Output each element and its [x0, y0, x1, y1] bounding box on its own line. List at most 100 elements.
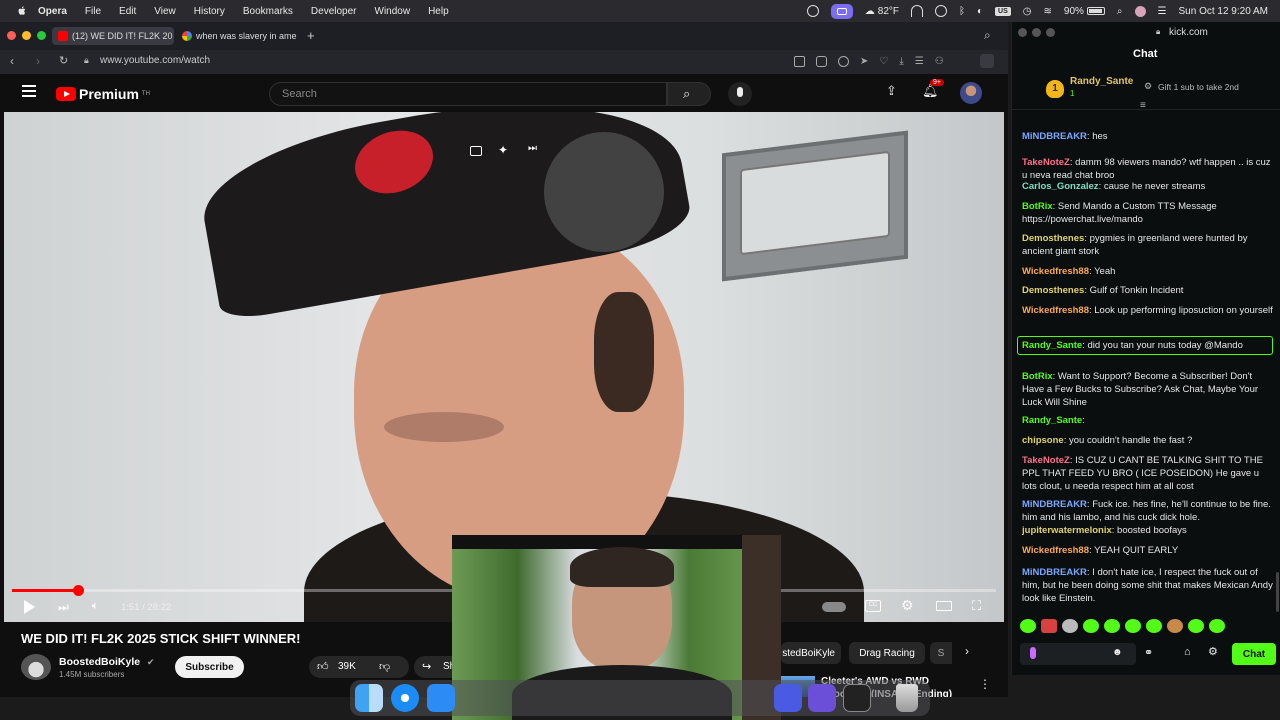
tab-search-icon[interactable]: ⌕ — [984, 28, 991, 43]
kick-zoom-button[interactable] — [1046, 28, 1055, 37]
battery-readout[interactable]: 90% — [1064, 6, 1105, 17]
finder-icon[interactable] — [355, 684, 383, 712]
volume-icon[interactable]: 🔈︎ — [92, 600, 99, 613]
user-avatar-icon[interactable] — [1134, 5, 1146, 17]
dark-mode-icon[interactable]: ◐ — [977, 6, 983, 17]
gift-sub-text[interactable]: Gift 1 sub to take 2nd — [1158, 82, 1239, 92]
input-source-icon[interactable]: US — [995, 6, 1011, 16]
emote-icon[interactable] — [1209, 619, 1225, 633]
menu-app-name[interactable]: Opera — [38, 6, 67, 17]
emoji-icon[interactable]: ☻ — [1112, 647, 1123, 658]
close-window-button[interactable] — [7, 31, 16, 40]
subscribe-button[interactable]: Subscribe — [175, 656, 244, 678]
search-input[interactable]: Search — [269, 82, 667, 106]
chip-drag-racing[interactable]: Drag Racing — [849, 642, 925, 664]
tab-youtube[interactable]: (12) WE DID IT! FL2K 20 — [52, 27, 174, 45]
lock-icon[interactable]: 🔒︎ — [84, 55, 89, 66]
minimize-window-button[interactable] — [22, 31, 31, 40]
voice-search-button[interactable] — [728, 82, 752, 106]
chat-username[interactable]: Wickedfresh88 — [1022, 305, 1089, 316]
proton-mail-icon[interactable] — [808, 684, 836, 712]
safari-icon[interactable] — [391, 684, 419, 712]
miniplayer-icon[interactable] — [470, 146, 482, 156]
chip-channel[interactable]: stedBoiKyle — [781, 642, 841, 664]
reload-icon[interactable]: ↻ — [59, 54, 68, 67]
chat-username[interactable]: MiNDBREAKR — [1022, 567, 1087, 578]
more-options-icon[interactable]: ⋮ — [979, 677, 991, 691]
menu-edit[interactable]: Edit — [119, 6, 136, 17]
chat-username[interactable]: TakeNoteZ — [1022, 455, 1070, 466]
chat-username[interactable]: Randy_Sante — [1022, 340, 1082, 351]
play-circle-icon[interactable] — [935, 5, 947, 17]
play-button[interactable] — [24, 600, 35, 614]
headphones-icon[interactable] — [911, 5, 923, 17]
profile-icon[interactable]: ⚇ — [935, 56, 944, 67]
menu-window[interactable]: Window — [375, 6, 411, 17]
weather-readout[interactable]: ☁ 82°F — [865, 6, 899, 17]
time-machine-icon[interactable]: ◷ — [1023, 6, 1032, 17]
kick-minimize-button[interactable] — [1032, 28, 1041, 37]
rewards-icon[interactable]: ⌂ — [1184, 646, 1191, 658]
trash-icon[interactable] — [896, 684, 918, 712]
settings-gear-icon[interactable]: ⚙ — [901, 597, 914, 614]
screen-record-icon[interactable] — [830, 3, 853, 19]
discord-icon[interactable] — [774, 684, 802, 712]
emote-icon[interactable] — [1188, 619, 1204, 633]
like-button[interactable]: 👍︎ — [317, 660, 329, 673]
share-button[interactable]: ↪ Sh — [414, 656, 455, 678]
progress-scrubber[interactable] — [72, 585, 84, 596]
chat-username[interactable]: BotRix — [1022, 201, 1053, 212]
send-chat-button[interactable]: Chat — [1232, 643, 1276, 665]
emote-icon[interactable] — [1104, 619, 1120, 633]
chat-username[interactable]: MiNDBREAKR — [1022, 131, 1087, 142]
mic-icon[interactable] — [1030, 647, 1036, 659]
emote-icon[interactable] — [1083, 619, 1099, 633]
wifi-icon[interactable]: ≋ — [1044, 6, 1052, 17]
autoplay-toggle[interactable] — [822, 602, 846, 612]
chat-username[interactable]: Wickedfresh88 — [1022, 545, 1089, 556]
emote-icon[interactable] — [1146, 619, 1162, 633]
chat-username[interactable]: Wickedfresh88 — [1022, 266, 1089, 277]
menu-view[interactable]: View — [154, 6, 176, 17]
skip-intro-icon[interactable]: ⏭ — [528, 143, 537, 154]
snapshot-icon[interactable] — [794, 56, 805, 67]
chip-more[interactable]: S — [930, 642, 952, 664]
back-icon[interactable]: ‹ — [10, 54, 14, 68]
next-button[interactable]: ⏭ — [58, 600, 69, 615]
sparkle-icon[interactable]: ✦ — [498, 143, 508, 157]
download-icon[interactable]: ⤓ — [899, 56, 903, 67]
chat-username[interactable]: Carlos_Gonzalez — [1022, 181, 1099, 192]
extensions-icon[interactable] — [980, 54, 994, 68]
menu-history[interactable]: History — [194, 6, 225, 17]
fullscreen-icon[interactable]: ⛶ — [972, 598, 981, 614]
apple-icon[interactable] — [16, 5, 28, 17]
send-icon[interactable]: ➤ — [860, 56, 868, 67]
heart-icon[interactable]: ♡ — [879, 56, 888, 67]
expand-chevron-icon[interactable]: ≡ — [1140, 100, 1146, 111]
chat-settings-icon[interactable]: ⚙ — [1208, 645, 1218, 658]
creative-cloud-icon[interactable] — [806, 5, 819, 17]
captions-icon[interactable]: CC — [865, 600, 881, 612]
menu-developer[interactable]: Developer — [311, 6, 357, 17]
emote-icon[interactable] — [1167, 619, 1183, 633]
search-button[interactable]: ⌕ — [667, 82, 711, 106]
channel-name[interactable]: BoostedBoiKyle — [59, 656, 140, 668]
control-center-icon[interactable]: ☰ — [1158, 6, 1167, 17]
new-tab-button[interactable]: + — [307, 28, 315, 43]
chat-username[interactable]: MiNDBREAKR — [1022, 499, 1087, 510]
hamburger-menu-icon[interactable] — [22, 85, 36, 97]
emote-icon[interactable] — [1062, 619, 1078, 633]
zoom-window-button[interactable] — [37, 31, 46, 40]
shield-icon[interactable] — [838, 56, 849, 67]
menu-bookmarks[interactable]: Bookmarks — [243, 6, 293, 17]
emote-icon[interactable] — [1020, 619, 1036, 633]
chat-username[interactable]: BotRix — [1022, 371, 1053, 382]
theater-mode-icon[interactable] — [936, 601, 952, 611]
chat-username[interactable]: jupiterwatermelonix — [1022, 525, 1112, 536]
menubar-clock[interactable]: Sun Oct 12 9:20 AM — [1179, 6, 1269, 17]
emote-icon[interactable] — [1125, 619, 1141, 633]
channel-avatar[interactable] — [21, 654, 51, 680]
pinned-username[interactable]: Randy_Sante — [1070, 76, 1133, 87]
chips-next-icon[interactable]: › — [965, 644, 969, 658]
url-field[interactable]: www.youtube.com/watch — [100, 55, 210, 66]
